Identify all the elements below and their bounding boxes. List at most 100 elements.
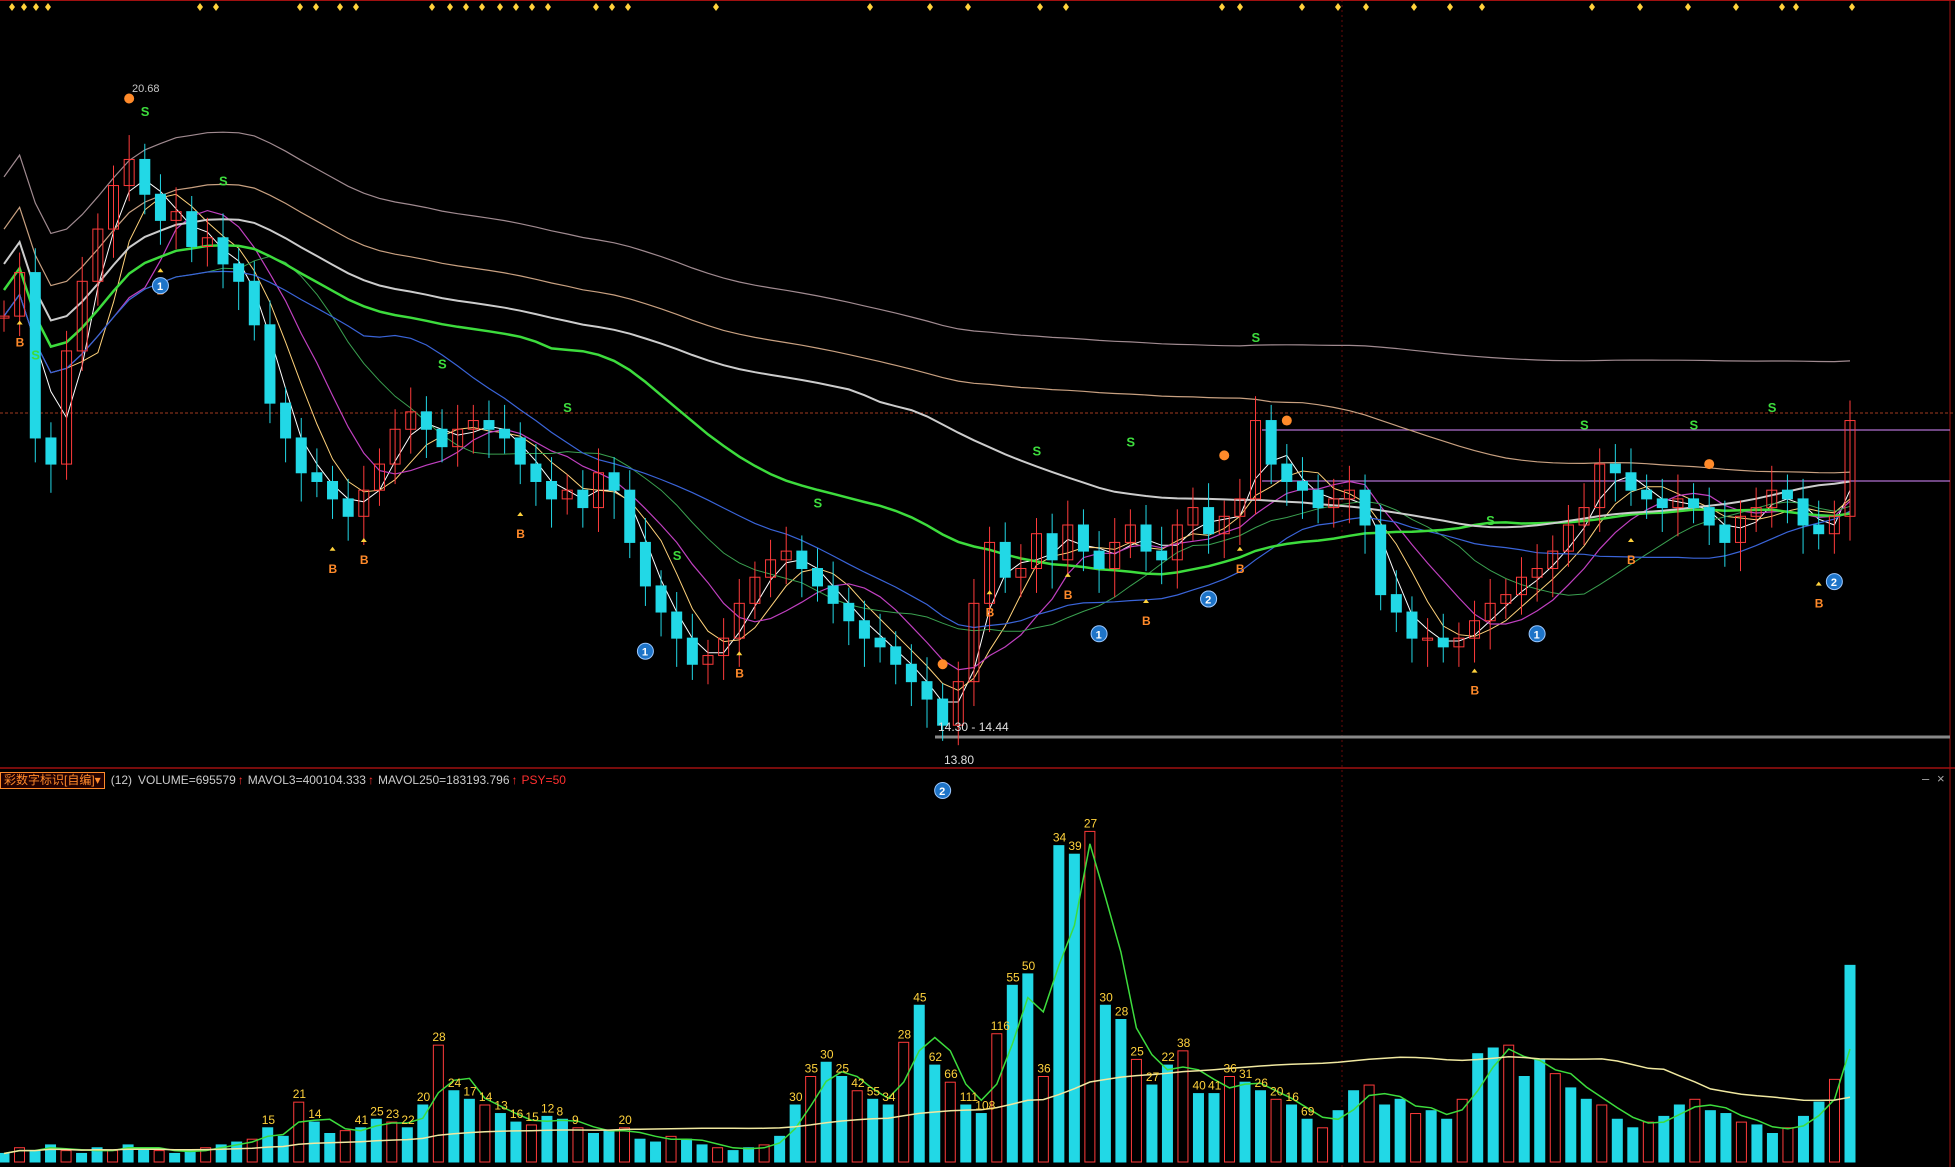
buy-signal: B [1142, 614, 1151, 628]
candle-down [1641, 489, 1653, 500]
minimize-button[interactable]: – [1922, 771, 1929, 786]
candle-down [999, 541, 1011, 578]
close-button[interactable]: × [1937, 771, 1945, 786]
volume-bar [882, 1104, 894, 1163]
volume-bar [1317, 1127, 1329, 1163]
indicator-selector[interactable]: 彩数字标识[自编]▾ [0, 771, 105, 789]
volume-label: 9 [572, 1113, 579, 1127]
sell-signal: S [219, 174, 228, 189]
volume-label: 17 [463, 1084, 477, 1098]
volume-bar [587, 1133, 599, 1163]
candle-down [1609, 463, 1621, 474]
volume-label: 27 [1146, 1070, 1160, 1084]
top-marker [625, 3, 631, 11]
volume-label: 35 [805, 1062, 819, 1076]
candle-down [1719, 524, 1731, 543]
candle-down [1703, 507, 1715, 526]
sell-signal: S [1690, 417, 1699, 432]
volume-label: 25 [836, 1062, 850, 1076]
buy-signal: B [1064, 588, 1073, 602]
volume-bar [0, 1152, 10, 1163]
volume-label: 15 [525, 1110, 539, 1124]
buy-arrow-icon [1471, 668, 1478, 673]
volume-labels: 152114 4125 23 2220282417 141316 1512 89 203035… [262, 816, 1315, 1126]
candle-down [577, 489, 589, 509]
candle-down [1093, 550, 1105, 570]
volume-label: 38 [1177, 1036, 1191, 1050]
buy-signal: B [1236, 562, 1245, 576]
candle-down [624, 489, 636, 543]
candle-down [1156, 550, 1168, 561]
volume-bar [1410, 1113, 1422, 1163]
buy-signal: B [16, 336, 25, 350]
volume-label: 15 [262, 1113, 276, 1127]
candle-down [1656, 498, 1668, 509]
volume-bar [463, 1098, 475, 1163]
candle-down [1046, 533, 1058, 561]
buy-arrow-icon [1236, 546, 1243, 551]
top-marker [313, 3, 319, 11]
volume-label: 26 [1255, 1076, 1269, 1090]
volume-bar [479, 1104, 491, 1163]
top-marker [1733, 3, 1739, 11]
buy-signal: B [516, 527, 525, 541]
candle-down [327, 480, 339, 500]
candle-down [1437, 637, 1449, 648]
volume-bar [1565, 1087, 1577, 1163]
buy-arrow-icon [1064, 572, 1071, 577]
sell-signal: S [1033, 443, 1042, 458]
candle-down [1077, 524, 1089, 552]
volume-label: 21 [293, 1087, 307, 1101]
volume-bar [1720, 1113, 1732, 1163]
volume-arrow: ↑ [237, 773, 244, 787]
candle-down [858, 620, 870, 639]
top-marker [447, 3, 453, 11]
volume-label: 55 [1006, 970, 1020, 984]
buy-arrow-icon [517, 511, 524, 516]
candle-down [530, 463, 542, 482]
candle-down [1813, 524, 1825, 535]
candle-down [639, 541, 651, 587]
sell-signal: S [438, 356, 447, 371]
candle-down [154, 193, 166, 221]
volume-bar [1580, 1098, 1592, 1163]
volume-bar [944, 1081, 956, 1163]
volume-bar [293, 1101, 305, 1163]
volume-bar [1441, 1118, 1453, 1163]
buy-arrow-icon [157, 268, 164, 273]
volume-label: 25 [1130, 1044, 1144, 1058]
volume-bar [634, 1138, 646, 1163]
top-marker [1219, 3, 1225, 11]
volume-label: 22 [1161, 1050, 1175, 1064]
candle-down [921, 681, 933, 700]
volume-bar [277, 1135, 289, 1163]
top-marker [1411, 3, 1417, 11]
top-marker [593, 3, 599, 11]
volume-bar [448, 1090, 460, 1163]
volume-bar [1844, 964, 1856, 1163]
candle-down [499, 428, 511, 439]
bulb-icon [1704, 459, 1715, 470]
candle-down [217, 237, 229, 265]
volume-bar [29, 1150, 41, 1163]
volume-label: 42 [851, 1076, 865, 1090]
numbered-badge-label: 1 [1096, 629, 1102, 641]
volume-label: 34 [882, 1090, 896, 1104]
volume-bar [603, 1130, 615, 1163]
top-marker [1299, 3, 1305, 11]
volume-bar [541, 1115, 553, 1163]
top-marker [1479, 3, 1485, 11]
volume-bar [1782, 1127, 1794, 1163]
candle-down [655, 585, 667, 613]
volume-bar [1518, 1076, 1530, 1163]
volume-label: 20 [619, 1113, 633, 1127]
volume-label: 12 [541, 1101, 555, 1115]
candle-down [1797, 498, 1809, 526]
volume-label: 16 [1286, 1090, 1300, 1104]
volume-label: 28 [898, 1027, 912, 1041]
candle-down [827, 585, 839, 604]
candle-down [1688, 498, 1700, 509]
top-marker [21, 3, 27, 11]
volume-bar [1255, 1090, 1267, 1163]
volume-label: 16 [510, 1107, 524, 1121]
